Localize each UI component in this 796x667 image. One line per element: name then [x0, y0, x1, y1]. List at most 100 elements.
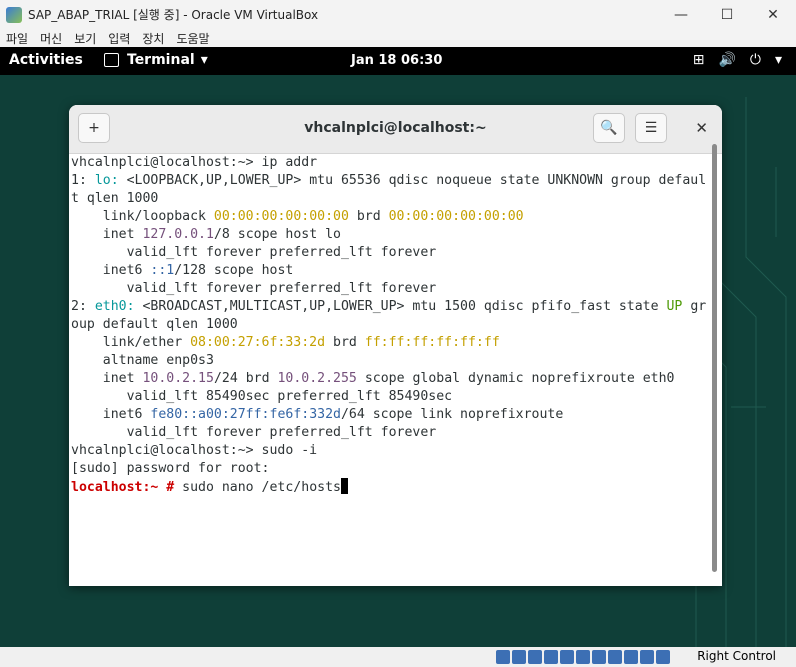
terminal-text-segment: inet6 — [71, 407, 151, 422]
host-key-label: Right Control — [697, 649, 776, 663]
terminal-line: link/loopback 00:00:00:00:00:00 brd 00:0… — [71, 208, 707, 226]
terminal-text-segment: UP — [666, 299, 683, 314]
terminal-scrollbar[interactable] — [712, 144, 717, 572]
terminal-line: localhost:~ # sudo nano /etc/hosts — [71, 478, 707, 496]
close-button[interactable]: ✕ — [750, 0, 796, 29]
network-icon: ⊞ — [692, 52, 705, 68]
terminal-text-segment: 127.0.0.1 — [142, 227, 214, 242]
terminal-text-segment: /8 scope host lo — [213, 227, 341, 242]
virtualbox-menubar: 파일 머신 보기 입력 장치 도움말 — [0, 29, 796, 47]
terminal-line: t qlen 1000 — [71, 190, 707, 208]
terminal-text-segment: 00:00:00:00:00:00 — [213, 209, 349, 224]
terminal-text-segment: link/ether — [71, 335, 191, 350]
terminal-text-segment: inet — [71, 371, 143, 386]
terminal-text-segment: 2: — [71, 299, 95, 314]
terminal-text-segment: link/loopback — [71, 209, 214, 224]
terminal-app-icon — [104, 53, 119, 67]
display-icon[interactable] — [592, 650, 606, 664]
terminal-text-segment: valid_lft 85490sec preferred_lft 85490se… — [71, 389, 453, 404]
terminal-text-segment: vhcalnplci@localhost:~> ip addr — [71, 155, 318, 170]
terminal-text-segment: vhcalnplci@localhost:~> sudo -i — [71, 443, 318, 458]
terminal-close-button[interactable]: ✕ — [695, 119, 708, 137]
terminal-line: 1: lo: <LOOPBACK,UP,LOWER_UP> mtu 65536 … — [71, 172, 707, 190]
terminal-text-segment: altname enp0s3 — [71, 353, 214, 368]
search-button[interactable]: 🔍 — [593, 113, 625, 143]
terminal-text-segment: lo: — [94, 173, 119, 188]
terminal-line: valid_lft forever preferred_lft forever — [71, 244, 707, 262]
keyboard-capture-icon[interactable] — [656, 650, 670, 664]
terminal-text-segment: oup default qlen 1000 — [71, 317, 238, 332]
hamburger-menu-icon: ☰ — [644, 120, 658, 136]
terminal-line: inet 10.0.2.15/24 brd 10.0.2.255 scope g… — [71, 370, 707, 388]
terminal-output[interactable]: vhcalnplci@localhost:~> ip addr 1: lo: <L… — [71, 154, 707, 586]
cpu-icon[interactable] — [624, 650, 638, 664]
terminal-text-segment: inet6 — [71, 263, 151, 278]
shared-folder-icon[interactable] — [576, 650, 590, 664]
terminal-text-segment: 08:00:27:6f:33:2d — [190, 335, 326, 350]
terminal-line: inet6 ::1/128 scope host — [71, 262, 707, 280]
terminal-text-segment: brd — [348, 209, 389, 224]
virtualbox-statusbar: Right Control — [0, 647, 796, 667]
menu-view[interactable]: 보기 — [68, 30, 102, 47]
menu-button[interactable]: ☰ — [635, 113, 667, 143]
terminal-text-segment: inet — [71, 227, 143, 242]
terminal-line: [sudo] password for root: — [71, 460, 707, 478]
terminal-headerbar: + vhcalnplci@localhost:~ 🔍 ☰ ✕ — [69, 105, 722, 154]
chevron-down-icon: ▾ — [774, 52, 782, 68]
activities-button[interactable]: Activities — [9, 52, 83, 68]
maximize-button[interactable]: ☐ — [704, 0, 750, 29]
terminal-text-segment: gr — [682, 299, 707, 314]
terminal-text-segment: t qlen 1000 — [71, 191, 159, 206]
terminal-text-segment: 10.0.2.15 — [142, 371, 214, 386]
terminal-line: inet6 fe80::a00:27ff:fe6f:332d/64 scope … — [71, 406, 707, 424]
virtualbox-titlebar: SAP_ABAP_TRIAL [실행 중] - Oracle VM Virtua… — [0, 0, 796, 29]
system-tray[interactable]: ⊞ 🔊 ⏻ ▾ — [693, 52, 782, 68]
gnome-top-bar: Activities Terminal ▾ Jan 18 06:30 ⊞ 🔊 ⏻… — [0, 47, 796, 75]
terminal-text-segment: <BROADCAST,MULTICAST,UP,LOWER_UP> mtu 15… — [134, 299, 667, 314]
terminal-text-segment: 10.0.2.255 — [277, 371, 357, 386]
terminal-line: link/ether 08:00:27:6f:33:2d brd ff:ff:f… — [71, 334, 707, 352]
search-icon: 🔍 — [600, 120, 618, 136]
minimize-button[interactable]: — — [658, 0, 704, 29]
terminal-text-segment: fe80::a00:27ff:fe6f:332d — [150, 407, 341, 422]
clock[interactable]: Jan 18 06:30 — [351, 53, 442, 68]
device-status-icons — [496, 650, 670, 664]
menu-devices[interactable]: 장치 — [136, 30, 170, 47]
terminal-window[interactable]: + vhcalnplci@localhost:~ 🔍 ☰ ✕ vhcalnplc… — [69, 105, 722, 586]
terminal-text-segment: ::1 — [150, 263, 175, 278]
optical-drive-icon[interactable] — [512, 650, 526, 664]
usb-icon[interactable] — [560, 650, 574, 664]
network-adapter-icon[interactable] — [544, 650, 558, 664]
terminal-line: valid_lft forever preferred_lft forever — [71, 424, 707, 442]
menu-machine[interactable]: 머신 — [34, 30, 68, 47]
terminal-line: 2: eth0: <BROADCAST,MULTICAST,UP,LOWER_U… — [71, 298, 707, 316]
terminal-text-segment: <LOOPBACK,UP,LOWER_UP> mtu 65536 qdisc n… — [118, 173, 707, 188]
terminal-line: valid_lft forever preferred_lft forever — [71, 280, 707, 298]
terminal-line: oup default qlen 1000 — [71, 316, 707, 334]
terminal-text-segment: 1: — [71, 173, 95, 188]
text-cursor — [340, 478, 348, 494]
terminal-text-segment: /64 scope link noprefixroute — [340, 407, 564, 422]
audio-icon[interactable] — [528, 650, 542, 664]
terminal-text-segment: sudo nano /etc/hosts — [174, 480, 341, 495]
guest-display[interactable]: Activities Terminal ▾ Jan 18 06:30 ⊞ 🔊 ⏻… — [0, 47, 796, 647]
window-title: SAP_ABAP_TRIAL [실행 중] - Oracle VM Virtua… — [28, 8, 319, 22]
menu-help[interactable]: 도움말 — [170, 30, 215, 47]
virtualbox-logo-icon — [6, 6, 22, 23]
menu-input[interactable]: 입력 — [102, 30, 136, 47]
terminal-text-segment: valid_lft forever preferred_lft forever — [71, 281, 437, 296]
menu-file[interactable]: 파일 — [0, 30, 34, 47]
terminal-text-segment: /128 scope host — [174, 263, 294, 278]
terminal-text-segment: localhost:~ # — [71, 480, 175, 495]
terminal-text-segment: /24 brd — [213, 371, 278, 386]
terminal-text-segment: brd — [325, 335, 365, 350]
terminal-text-segment: 00:00:00:00:00:00 — [388, 209, 524, 224]
hard-disk-icon[interactable] — [496, 650, 510, 664]
terminal-line: altname enp0s3 — [71, 352, 707, 370]
terminal-line: vhcalnplci@localhost:~> sudo -i — [71, 442, 707, 460]
app-menu-terminal[interactable]: Terminal ▾ — [104, 52, 208, 68]
terminal-text-segment: eth0: — [94, 299, 135, 314]
mouse-integration-icon[interactable] — [640, 650, 654, 664]
recording-icon[interactable] — [608, 650, 622, 664]
window-controls: — ☐ ✕ — [658, 0, 796, 29]
